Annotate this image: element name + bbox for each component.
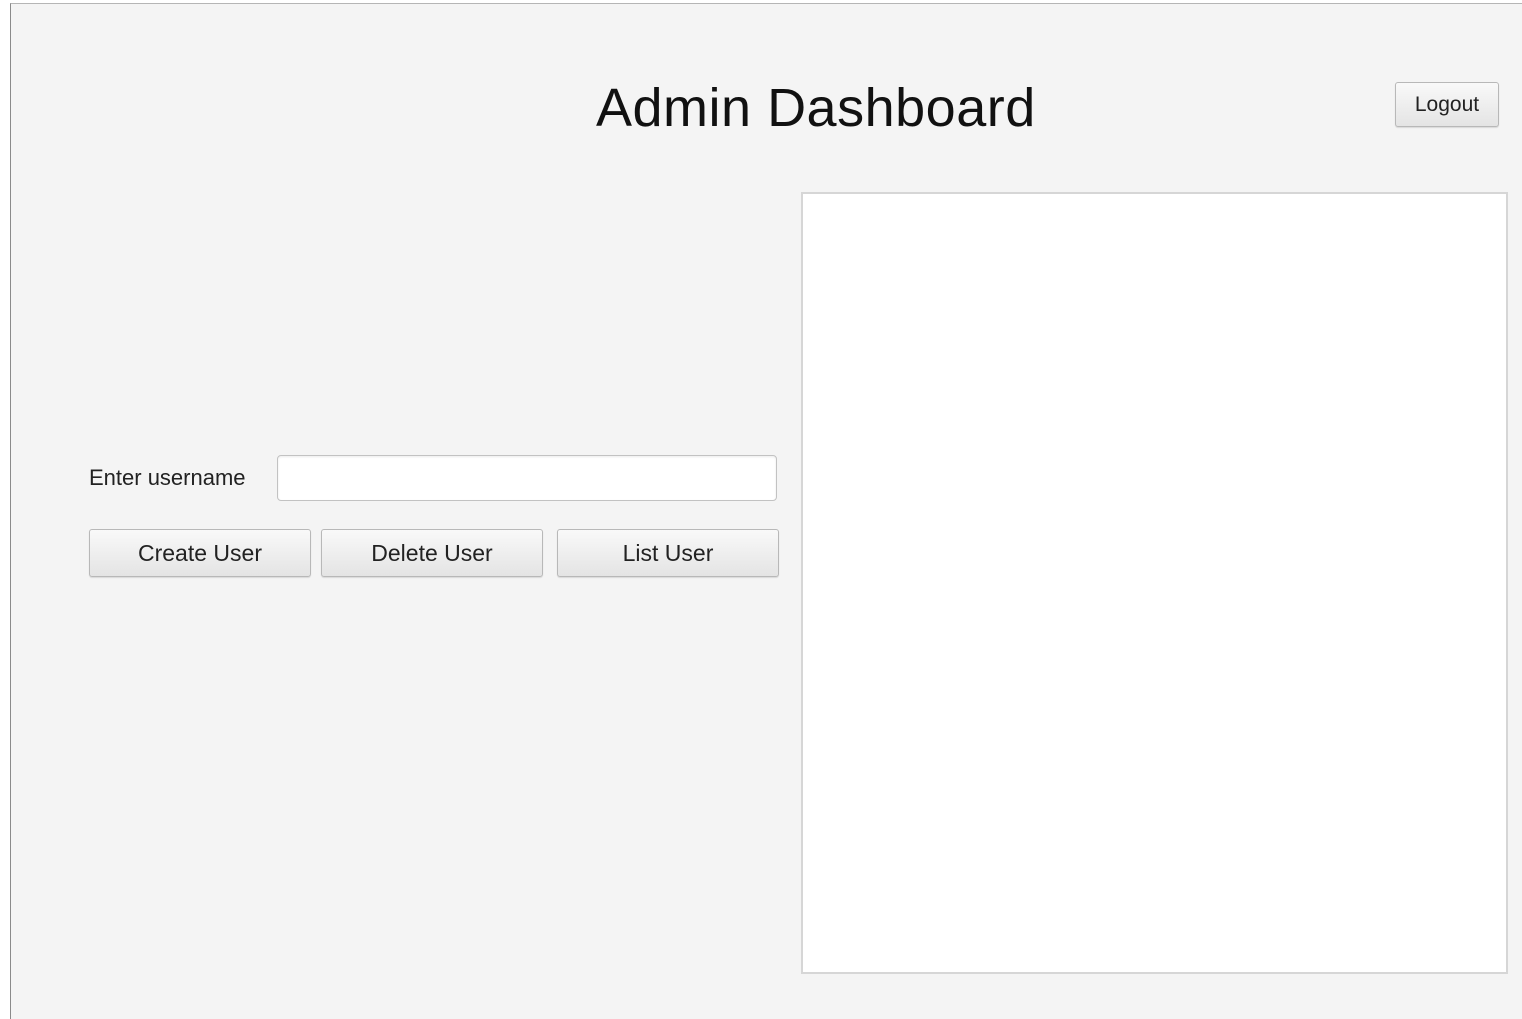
username-input[interactable] <box>277 455 777 501</box>
admin-dashboard-window: Admin Dashboard Logout Enter username Cr… <box>10 3 1522 1019</box>
list-user-button[interactable]: List User <box>557 529 779 577</box>
username-label: Enter username <box>89 465 246 490</box>
page-title: Admin Dashboard <box>596 78 1036 138</box>
create-user-button[interactable]: Create User <box>89 529 311 577</box>
output-panel[interactable] <box>801 192 1508 974</box>
logout-button[interactable]: Logout <box>1395 82 1499 127</box>
delete-user-button[interactable]: Delete User <box>321 529 543 577</box>
